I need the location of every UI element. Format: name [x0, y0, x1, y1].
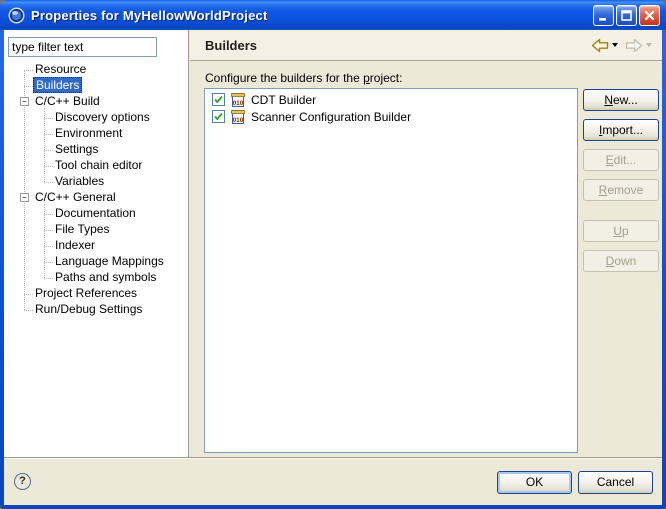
up-button[interactable]: Up	[583, 220, 659, 242]
maximize-button[interactable]	[616, 5, 637, 26]
sidebar-item-project-references[interactable]: Project References	[4, 286, 188, 302]
sidebar-item-variables[interactable]: Variables	[4, 174, 188, 190]
sidebar-item-language-mappings[interactable]: Language Mappings	[4, 254, 188, 270]
sidebar-item-discovery-options[interactable]: Discovery options	[4, 110, 188, 126]
builder-label: CDT Builder	[251, 93, 316, 107]
page-header: Builders	[190, 30, 662, 61]
forward-arrow-icon	[625, 38, 643, 53]
back-dropdown-icon[interactable]	[612, 43, 618, 47]
sidebar-item-cpp-general[interactable]: C/C++ General	[4, 190, 188, 206]
configure-builders-label: Configure the builders for the project:	[205, 71, 402, 85]
back-button[interactable]	[589, 37, 620, 54]
page-title: Builders	[205, 38, 257, 53]
sidebar-item-indexer[interactable]: Indexer	[4, 238, 188, 254]
svg-text:010: 010	[233, 100, 244, 107]
checkbox-checked-icon[interactable]	[212, 93, 225, 106]
sidebar-item-file-types[interactable]: File Types	[4, 222, 188, 238]
new-button[interactable]: New...	[583, 89, 659, 111]
builders-list[interactable]: 010 CDT Builder 010 Scanner Configuratio…	[204, 88, 578, 453]
back-arrow-icon	[591, 38, 609, 53]
builder-row-scanner[interactable]: 010 Scanner Configuration Builder	[205, 108, 577, 125]
titlebar[interactable]: Properties for MyHellowWorldProject	[0, 0, 666, 30]
down-button[interactable]: Down	[583, 250, 659, 272]
dialog-footer: ? OK Cancel	[4, 457, 662, 505]
sidebar-item-settings[interactable]: Settings	[4, 142, 188, 158]
close-button[interactable]	[639, 5, 660, 26]
builder-icon: 010	[230, 109, 246, 125]
properties-tree: Resource Builders C/C++ Build Discovery …	[4, 62, 188, 318]
builder-row-cdt[interactable]: 010 CDT Builder	[205, 91, 577, 108]
filter-input[interactable]	[8, 37, 157, 57]
window-title: Properties for MyHellowWorldProject	[31, 8, 267, 23]
sidebar-item-documentation[interactable]: Documentation	[4, 206, 188, 222]
eclipse-window-icon	[8, 7, 25, 24]
forward-button[interactable]	[623, 37, 654, 54]
help-button[interactable]: ?	[14, 473, 31, 490]
checkbox-checked-icon[interactable]	[212, 110, 225, 123]
collapse-minus-icon[interactable]	[20, 97, 29, 106]
builders-page: Builders Configu	[190, 30, 662, 457]
sidebar-item-resource[interactable]: Resource	[4, 62, 188, 78]
sidebar-item-builders[interactable]: Builders	[4, 78, 188, 94]
collapse-minus-icon[interactable]	[20, 193, 29, 202]
properties-dialog: Properties for MyHellowWorldProject Reso…	[0, 0, 666, 509]
close-icon	[643, 9, 656, 22]
sidebar-item-run-debug-settings[interactable]: Run/Debug Settings	[4, 302, 188, 318]
ok-button[interactable]: OK	[497, 471, 572, 494]
builder-icon: 010	[230, 92, 246, 108]
cancel-button[interactable]: Cancel	[578, 471, 653, 494]
remove-button[interactable]: Remove	[583, 179, 659, 201]
sidebar-item-tool-chain-editor[interactable]: Tool chain editor	[4, 158, 188, 174]
maximize-icon	[620, 9, 633, 22]
edit-button[interactable]: Edit...	[583, 149, 659, 171]
question-mark-icon: ?	[19, 475, 26, 487]
dialog-body: Resource Builders C/C++ Build Discovery …	[4, 30, 662, 505]
sidebar-item-cpp-build[interactable]: C/C++ Build	[4, 94, 188, 110]
import-button[interactable]: Import...	[583, 119, 659, 141]
minimize-button[interactable]	[593, 5, 614, 26]
forward-dropdown-icon[interactable]	[646, 43, 652, 47]
builder-label: Scanner Configuration Builder	[251, 110, 411, 124]
minimize-icon	[597, 9, 610, 22]
properties-sidebar: Resource Builders C/C++ Build Discovery …	[4, 30, 189, 457]
svg-text:010: 010	[233, 117, 244, 124]
sidebar-item-paths-and-symbols[interactable]: Paths and symbols	[4, 270, 188, 286]
sidebar-item-environment[interactable]: Environment	[4, 126, 188, 142]
builder-actions: New... Import... Edit... Remove Up Down	[583, 89, 659, 280]
